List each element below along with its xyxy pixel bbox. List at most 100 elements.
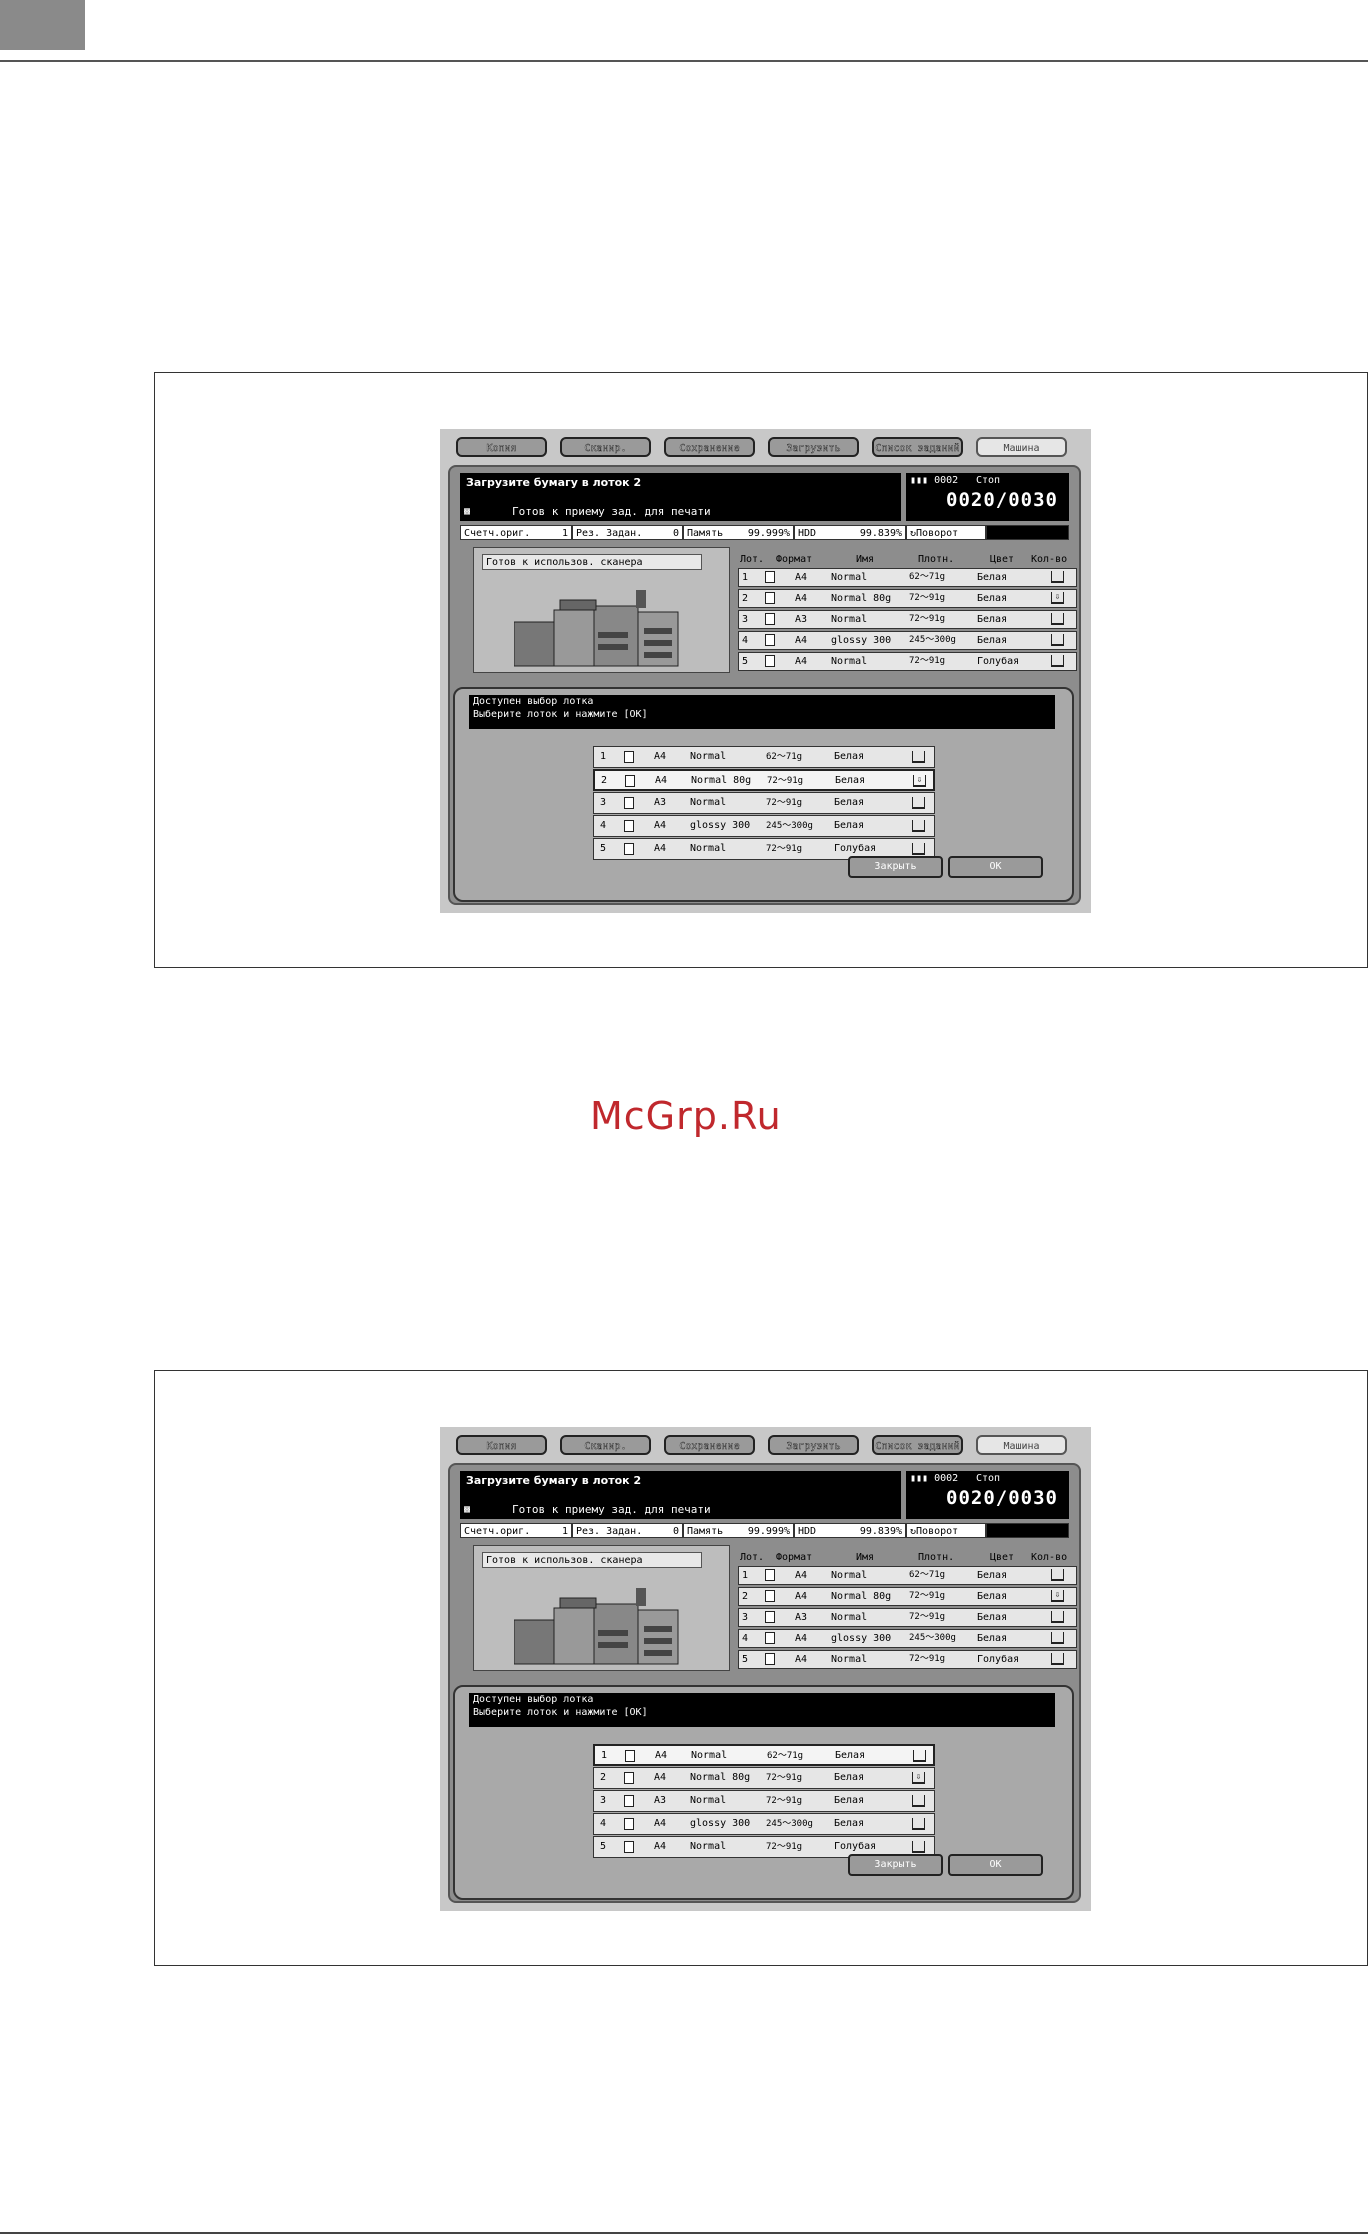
paper-level-icon [912, 820, 925, 832]
paper-icon [624, 797, 634, 809]
tray-size: A4 [795, 1654, 808, 1665]
paper-icon [765, 613, 775, 625]
dialog-tray-row[interactable]: 2 A4 Normal 80g 72～91g Белая ⇩ [593, 1767, 935, 1789]
paper-level-icon [1051, 634, 1064, 646]
tray-size: A4 [795, 1591, 808, 1602]
counter-value: 0020/0030 [946, 489, 1058, 511]
tray-number: 1 [742, 1570, 749, 1581]
tray-number: 2 [600, 1772, 607, 1783]
job-counter: ▮▮▮ 0002 Стоп 0020/0030 [906, 473, 1069, 521]
stop-label: Стоп [976, 1473, 1001, 1484]
tab-job-list[interactable]: Список заданий [872, 437, 963, 457]
message-bar: Загрузите бумагу в лоток 2 ▩ Готов к при… [460, 473, 901, 521]
tray-row: 4 A4 glossy 300 245～300g Белая [738, 631, 1077, 650]
tray-weight: 245～300g [909, 635, 956, 645]
tray-weight: 62～71g [909, 1570, 946, 1580]
close-button[interactable]: Закрыть [848, 1854, 943, 1876]
tray-select-dialog: Доступен выбор лотка Выберите лоток и на… [453, 1685, 1074, 1900]
tray-size: A4 [654, 1818, 667, 1829]
tray-color: Белая [834, 1795, 865, 1806]
dialog-tray-row[interactable]: 4 A4 glossy 300 245～300g Белая [593, 815, 935, 837]
tray-number: 2 [742, 593, 749, 604]
tray-weight: 72～91g [766, 1796, 803, 1806]
status-blank [986, 525, 1069, 540]
tray-paper-name: Normal [690, 1795, 727, 1806]
tray-paper-name: Normal 80g [831, 1591, 892, 1602]
status-blank [986, 1523, 1069, 1538]
orig-counter: Счетч.ориг. 1 [460, 1523, 572, 1538]
tray-size: A4 [655, 1750, 668, 1761]
tab-job-list[interactable]: Список заданий [872, 1435, 963, 1455]
paper-icon [765, 1653, 775, 1665]
paper-icon [765, 571, 775, 583]
tab-load[interactable]: Загрузить [768, 437, 859, 457]
tray-weight: 62～71g [766, 752, 803, 762]
tab-scan[interactable]: Сканир. [560, 437, 651, 457]
tab-store[interactable]: Сохранение [664, 1435, 755, 1455]
paper-level-icon [1051, 1632, 1064, 1644]
dialog-tray-row[interactable]: 3 A3 Normal 72～91g Белая [593, 792, 935, 814]
hdd-status: HDD 99.839% [794, 1523, 906, 1538]
set-count: ▮▮▮ 0002 [910, 1473, 959, 1484]
close-button[interactable]: Закрыть [848, 856, 943, 878]
tray-row: 1 A4 Normal 62～71g Белая [738, 568, 1077, 587]
tray-color: Белая [977, 1570, 1008, 1581]
page-corner-marker [0, 0, 85, 50]
paper-icon [765, 592, 775, 604]
tray-size: A4 [795, 1633, 808, 1644]
tray-number: 5 [742, 656, 749, 667]
tab-copy[interactable]: Копия [456, 437, 547, 457]
dialog-tray-row[interactable]: 2 A4 Normal 80g 72～91g Белая ⇩ [593, 769, 935, 791]
tray-paper-name: Normal [690, 751, 727, 762]
tray-size: A4 [654, 1772, 667, 1783]
tray-color: Белая [834, 751, 865, 762]
tray-size: A4 [654, 751, 667, 762]
dialog-tray-row[interactable]: 1 A4 Normal 62～71g Белая [593, 1744, 935, 1766]
tab-load[interactable]: Загрузить [768, 1435, 859, 1455]
tray-weight: 72～91g [766, 798, 803, 808]
tray-row: 4 A4 glossy 300 245～300g Белая [738, 1629, 1077, 1648]
tray-number: 4 [600, 1818, 607, 1829]
dialog-tray-row[interactable]: 4 A4 glossy 300 245～300g Белая [593, 1813, 935, 1835]
dialog-line2: Выберите лоток и нажмите [OK] [473, 709, 648, 720]
tray-color: Белая [834, 1772, 865, 1783]
dialog-message: Доступен выбор лотка Выберите лоток и на… [469, 695, 1055, 729]
dialog-tray-row[interactable]: 3 A3 Normal 72～91g Белая [593, 1790, 935, 1812]
tray-size: A4 [655, 775, 668, 786]
tray-number: 3 [600, 1795, 607, 1806]
tray-number: 5 [742, 1654, 749, 1665]
tab-copy[interactable]: Копия [456, 1435, 547, 1455]
tab-machine[interactable]: Машина [976, 1435, 1067, 1455]
print-status-text: Готов к приему зад. для печати [512, 1503, 711, 1516]
tray-size: A4 [795, 572, 808, 583]
tray-size: A3 [795, 614, 808, 625]
paper-icon [765, 1632, 775, 1644]
printer-icon: ▩ [464, 1504, 471, 1515]
control-panel-screen: Копия Сканир. Сохранение Загрузить Списо… [440, 1427, 1091, 1911]
dialog-tray-row[interactable]: 1 A4 Normal 62～71g Белая [593, 746, 935, 768]
printer-icon: ▩ [464, 506, 471, 517]
watermark: McGrp.Ru [590, 1094, 782, 1138]
tray-table-header: Лот. Формат Имя Плотн. Цвет Кол-во [738, 1551, 1077, 1565]
tray-size: A4 [654, 1841, 667, 1852]
paper-icon [625, 775, 635, 787]
tray-number: 3 [742, 614, 749, 625]
tray-number: 4 [742, 635, 749, 646]
tab-store[interactable]: Сохранение [664, 437, 755, 457]
paper-level-icon [1051, 1653, 1064, 1665]
ok-button[interactable]: OK [948, 856, 1043, 878]
tray-size: A4 [654, 820, 667, 831]
tab-scan[interactable]: Сканир. [560, 1435, 651, 1455]
tray-paper-name: Normal [690, 1841, 727, 1852]
screenshot-frame-2: Копия Сканир. Сохранение Загрузить Списо… [154, 1370, 1368, 1966]
tray-paper-name: Normal [690, 797, 727, 808]
machine-illustration-icon [514, 1588, 679, 1665]
tab-machine[interactable]: Машина [976, 437, 1067, 457]
tray-weight: 72～91g [766, 844, 803, 854]
paper-level-icon: ⇩ [912, 1772, 925, 1784]
ok-button[interactable]: OK [948, 1854, 1043, 1876]
tray-paper-name: Normal 80g [831, 593, 892, 604]
tray-size: A4 [795, 635, 808, 646]
tray-paper-name: Normal [831, 1570, 868, 1581]
paper-level-icon [912, 751, 925, 763]
